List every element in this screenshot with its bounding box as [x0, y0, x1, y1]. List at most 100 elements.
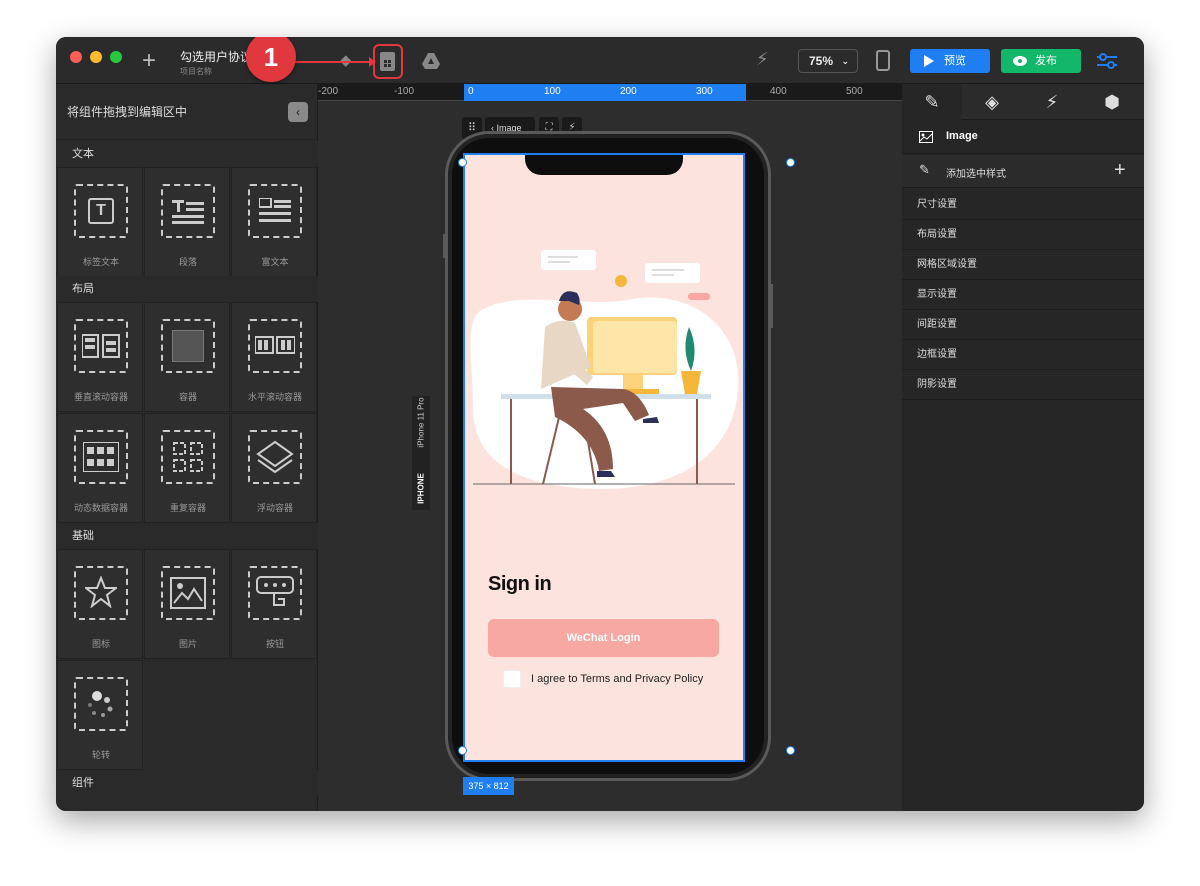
layers-icon: [256, 440, 294, 474]
setting-size[interactable]: 尺寸设置: [902, 190, 1144, 220]
publish-button[interactable]: 发布: [1001, 49, 1081, 73]
section-layout: 布局: [56, 276, 318, 302]
editor-canvas[interactable]: -200 -100 0 100 200 300 400 500 ⠿ ‹ Imag…: [318, 84, 902, 811]
maximize-window-button[interactable]: [110, 51, 122, 63]
tile-paragraph[interactable]: 段落: [144, 167, 230, 277]
horizontal-scroll-icon: [255, 336, 295, 354]
ruler-label: 0: [468, 86, 474, 97]
ruler-label: 100: [544, 86, 561, 97]
cube-icon: ⬢: [1104, 92, 1120, 112]
size-badge: 375 × 812: [463, 777, 514, 795]
minimize-window-button[interactable]: [90, 51, 102, 63]
add-style-row[interactable]: ✎ 添加选中样式 +: [902, 155, 1144, 188]
tile-button[interactable]: 按钮: [231, 549, 317, 659]
play-icon: [924, 55, 934, 67]
add-icon[interactable]: +: [142, 49, 156, 73]
app-window: + 勾选用户协议 项目名称 ◆ 1 ⚡ 75% ⌄ 预览 发布 将组件拖拽到编辑区…: [56, 37, 1144, 811]
setting-grid-area[interactable]: 网格区域设置: [902, 250, 1144, 280]
loading-icon: [88, 691, 113, 717]
tile-label: 标签文本: [82, 257, 119, 267]
component-panel: 将组件拖拽到编辑区中 ‹ 文本 T 标签文本 段落 富文本 布局 垂直滚动容器 …: [56, 84, 318, 811]
phone-side-button: [770, 284, 773, 328]
setting-shadow[interactable]: 阴影设置: [902, 370, 1144, 400]
setting-spacing[interactable]: 间距设置: [902, 310, 1144, 340]
tile-empty: [144, 660, 230, 770]
device-type: IPHONE: [416, 473, 426, 504]
vertical-scroll-icon: [82, 334, 120, 358]
tile-label: 水平滚动容器: [247, 392, 302, 402]
tile-horizontal-scroll[interactable]: 水平滚动容器: [231, 302, 317, 412]
resize-handle[interactable]: [458, 158, 467, 167]
ruler-label: 500: [846, 86, 863, 97]
properties-tabs: ✎ ◈ ⚡ ⬢: [902, 84, 1144, 120]
tile-label: 容器: [178, 392, 197, 402]
eye-icon: [1013, 56, 1027, 66]
resize-handle[interactable]: [458, 746, 467, 755]
resize-handle[interactable]: [786, 746, 795, 755]
text-icon: T: [88, 198, 114, 224]
tab-component[interactable]: ◈: [962, 84, 1022, 120]
callout-arrow: [294, 57, 376, 67]
add-style-label: 添加选中样式: [946, 169, 1006, 180]
selected-element-row: Image: [902, 121, 1144, 154]
project-title[interactable]: 勾选用户协议 项目名称: [180, 48, 252, 77]
tile-label: 动态数据容器: [73, 503, 128, 513]
settings-sliders-icon[interactable]: [1096, 51, 1118, 71]
selected-element-name: Image: [946, 130, 978, 142]
ruler-label: 400: [770, 86, 787, 97]
tile-label: 按钮: [265, 639, 284, 649]
device-label: iPhone 11 Pro IPHONE: [412, 396, 430, 510]
tab-style[interactable]: ✎: [902, 84, 962, 120]
add-icon[interactable]: +: [1114, 159, 1126, 182]
preview-button[interactable]: 预览: [910, 49, 990, 73]
resize-handle[interactable]: [786, 158, 795, 167]
publish-label: 发布: [1035, 55, 1057, 67]
ruler-label: 200: [620, 86, 637, 97]
tile-label: 图片: [178, 639, 197, 649]
tile-image[interactable]: 图片: [144, 549, 230, 659]
lightning-icon[interactable]: ⚡: [756, 49, 769, 70]
tile-container[interactable]: 容器: [144, 302, 230, 412]
tile-repeat[interactable]: 重复容器: [144, 413, 230, 523]
setting-border[interactable]: 边框设置: [902, 340, 1144, 370]
drive-icon[interactable]: [421, 52, 441, 70]
zoom-select[interactable]: 75% ⌄: [798, 49, 858, 73]
device-name: iPhone 11 Pro: [416, 397, 426, 448]
tile-dynamic-data[interactable]: 动态数据容器: [57, 413, 143, 523]
tab-interaction[interactable]: ⚡: [1022, 84, 1082, 120]
properties-panel: ✎ ◈ ⚡ ⬢ Image ✎ 添加选中样式 + 尺寸设置 布局设置 网格区域设…: [902, 84, 1144, 811]
setting-display[interactable]: 显示设置: [902, 280, 1144, 310]
brush-icon: ✎: [919, 162, 930, 177]
brush-icon: ✎: [924, 92, 940, 112]
collapse-panel-icon[interactable]: ‹: [288, 102, 308, 122]
title-bar: + 勾选用户协议 项目名称 ◆ 1 ⚡ 75% ⌄ 预览 发布: [56, 37, 1144, 84]
phone-side-button: [443, 234, 446, 258]
tile-label: 垂直滚动容器: [73, 392, 128, 402]
setting-layout[interactable]: 布局设置: [902, 220, 1144, 250]
tile-vertical-scroll[interactable]: 垂直滚动容器: [57, 302, 143, 412]
tile-rich-text[interactable]: 富文本: [231, 167, 317, 277]
panel-title: 将组件拖拽到编辑区中: [67, 105, 188, 119]
section-text: 文本: [56, 141, 318, 167]
ruler-label: -100: [394, 86, 415, 97]
button-tap-icon: [256, 576, 294, 606]
tile-label: 轮转: [91, 750, 110, 760]
tile-label-text[interactable]: T 标签文本: [57, 167, 143, 277]
device-icon[interactable]: [876, 50, 890, 71]
horizontal-ruler: -200 -100 0 100 200 300 400 500: [318, 84, 902, 101]
panel-header: 将组件拖拽到编辑区中 ‹: [56, 84, 317, 140]
ruler-label: 300: [696, 86, 713, 97]
dynamic-data-icon: [83, 442, 119, 472]
tile-carousel[interactable]: 轮转: [57, 660, 143, 770]
tile-label: 段落: [178, 257, 197, 267]
repeat-icon: [173, 442, 203, 472]
close-window-button[interactable]: [70, 51, 82, 63]
tile-float[interactable]: 浮动容器: [231, 413, 317, 523]
project-name: 勾选用户协议: [180, 50, 253, 64]
component-icon[interactable]: ◆: [340, 51, 352, 69]
rich-text-icon: [259, 198, 291, 222]
image-icon: [170, 577, 206, 609]
tab-3d[interactable]: ⬢: [1082, 84, 1142, 120]
tile-icon[interactable]: 图标: [57, 549, 143, 659]
star-icon: [85, 576, 117, 608]
